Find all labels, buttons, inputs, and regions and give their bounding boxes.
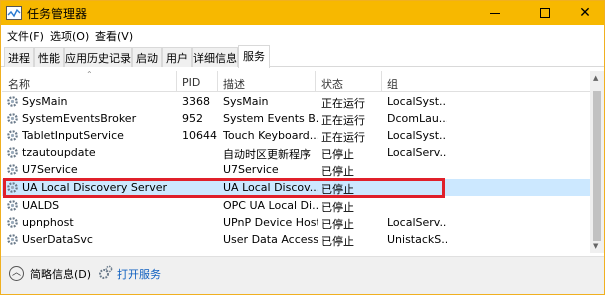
table-row[interactable]: SysMain 3368 SysMain 正在运行 LocalSyst... [2,93,590,110]
service-name: U7Service [22,163,78,176]
service-status: 正在运行 [321,131,365,144]
table-row[interactable]: UALDS OPC UA Local Di... 已停止 [2,197,590,214]
window-title: 任务管理器 [27,7,88,21]
service-description: System Events B... [223,112,318,125]
service-status: 已停止 [321,235,354,248]
service-group: UnistackS... [387,233,447,246]
menu-view[interactable]: 查看(V) [95,28,133,44]
column-name[interactable]: 名称 [8,76,30,92]
scroll-up-icon[interactable]: ▲ [593,74,598,82]
close-icon: ✕ [579,5,591,21]
column-status[interactable]: 状态 [321,76,343,92]
vertical-scrollbar[interactable]: ▲ ▼ [590,71,604,253]
service-gear-icon [7,234,18,245]
service-gear-icon [7,96,18,107]
task-manager-window: 任务管理器 ✕ 文件(F) 选项(O) 查看(V) 进程 性能 应用历史记录 启… [0,0,605,295]
service-gear-icon [7,200,18,211]
service-description: SysMain [223,95,269,108]
tab-performance[interactable]: 性能 [34,47,64,67]
close-button[interactable]: ✕ [562,1,605,25]
menu-bar: 文件(F) 选项(O) 查看(V) [1,25,604,45]
service-description: OPC UA Local Di... [223,199,318,212]
service-description: UPnP Device Host [223,216,318,229]
table-row[interactable]: tzautoupdate 自动时区更新程序 已停止 LocalServ... [2,144,590,161]
service-name: SystemEventsBroker [22,112,137,125]
service-group: LocalSyst... [387,129,447,142]
tab-label: 详细信息 [193,52,237,65]
footer-bar: ︿ 简略信息(D) 打开服务 [1,256,604,294]
table-row[interactable]: TabletInputService 10644 Touch Keyboard.… [2,127,590,144]
service-group: LocalServ... [387,146,447,159]
tab-bar: 进程 性能 应用历史记录 启动 用户 详细信息 服务 [1,45,604,68]
service-status: 正在运行 [321,114,365,127]
tab-details[interactable]: 详细信息 [192,47,238,67]
service-status: 正在运行 [321,97,365,110]
service-status: 已停止 [321,148,354,161]
tab-startup[interactable]: 启动 [132,47,162,67]
services-icon [99,265,113,279]
service-name: TabletInputService [22,129,124,142]
service-status: 已停止 [321,165,354,178]
service-name: tzautoupdate [22,146,96,159]
open-services-link[interactable]: 打开服务 [117,266,161,282]
service-description: U7Service [223,163,279,176]
task-manager-icon [6,6,22,20]
tab-services[interactable]: 服务 [238,45,270,68]
service-gear-icon [7,113,18,124]
service-group: DcomLau... [387,112,447,125]
scroll-down-icon[interactable]: ▼ [593,242,598,250]
table-row[interactable]: upnphost UPnP Device Host 已停止 LocalServ.… [2,214,590,231]
service-pid: 3368 [182,95,210,108]
service-description: User Data Access [223,233,318,246]
tab-users[interactable]: 用户 [162,47,192,67]
column-group[interactable]: 组 [387,76,398,92]
table-row[interactable]: UserDataSvc User Data Access 已停止 Unistac… [2,231,590,248]
tab-label: 性能 [38,52,60,65]
service-status: 已停止 [321,218,354,231]
chevron-up-icon[interactable]: ︿ [9,266,24,281]
highlight-annotation [3,178,445,198]
service-gear-icon [7,164,18,175]
tab-label: 进程 [8,52,30,65]
service-gear-icon [7,130,18,141]
column-pid[interactable]: PID [182,76,200,89]
sort-ascending-icon[interactable]: ⌃ [86,70,93,79]
service-pid: 10644 [182,129,217,142]
tab-label: 服务 [243,50,265,63]
service-name: upnphost [22,216,74,229]
tab-app-history[interactable]: 应用历史记录 [64,47,132,67]
column-divider[interactable] [315,71,316,92]
tab-label: 启动 [136,52,158,65]
minimize-icon [490,13,500,14]
service-name: SysMain [22,95,68,108]
scroll-thumb[interactable] [593,91,601,241]
maximize-icon [540,8,550,18]
tab-label: 用户 [166,52,188,65]
column-header: ⌃ 名称 PID 描述 状态 组 [2,70,603,92]
service-pid: 952 [182,112,203,125]
column-divider[interactable] [217,71,218,92]
table-row[interactable]: SystemEventsBroker 952 System Events B..… [2,110,590,127]
menu-file[interactable]: 文件(F) [7,28,44,44]
menu-options[interactable]: 选项(O) [50,28,89,44]
brief-info-button[interactable]: 简略信息(D) [30,266,91,282]
title-bar[interactable]: 任务管理器 ✕ [1,1,604,25]
column-description[interactable]: 描述 [223,76,245,92]
table-row[interactable]: U7Service U7Service 已停止 [2,161,590,178]
tab-processes[interactable]: 进程 [4,47,34,67]
column-divider[interactable] [381,71,382,92]
minimize-button[interactable] [473,1,519,25]
service-description: 自动时区更新程序 [223,148,311,161]
service-name: UALDS [22,199,60,212]
service-group: LocalServ... [387,216,447,229]
service-gear-icon [7,217,18,228]
service-status: 已停止 [321,201,354,214]
service-name: UserDataSvc [22,233,93,246]
tab-label: 应用历史记录 [65,52,131,65]
maximize-button[interactable] [521,1,567,25]
service-gear-icon [7,147,18,158]
service-description: Touch Keyboard... [223,129,318,142]
column-divider[interactable] [176,71,177,92]
service-group: LocalSyst... [387,95,447,108]
